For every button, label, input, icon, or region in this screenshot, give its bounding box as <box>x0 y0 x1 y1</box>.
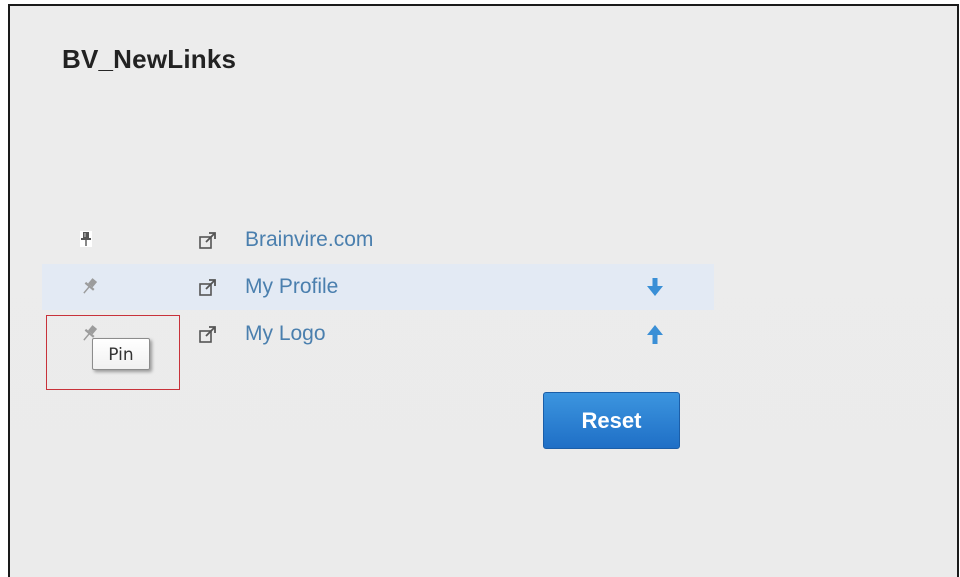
link-my-logo[interactable]: My Logo <box>245 322 326 346</box>
link-brainvire[interactable]: Brainvire.com <box>245 228 373 252</box>
panel-border <box>957 4 959 577</box>
link-my-profile[interactable]: My Profile <box>245 275 338 299</box>
external-link-icon <box>198 232 218 250</box>
external-link-icon <box>198 326 218 344</box>
external-link-icon <box>198 279 218 297</box>
pin-tooltip: Pin <box>92 338 150 370</box>
link-row: My Profile <box>42 264 714 310</box>
link-row: Brainvire.com <box>42 217 714 263</box>
widget-title: BV_NewLinks <box>62 44 237 74</box>
arrow-down-icon[interactable] <box>646 276 664 298</box>
reset-button[interactable]: Reset <box>543 392 680 449</box>
pin-icon[interactable] <box>80 231 92 247</box>
arrow-up-icon[interactable] <box>646 323 664 345</box>
pin-icon[interactable] <box>78 276 100 298</box>
